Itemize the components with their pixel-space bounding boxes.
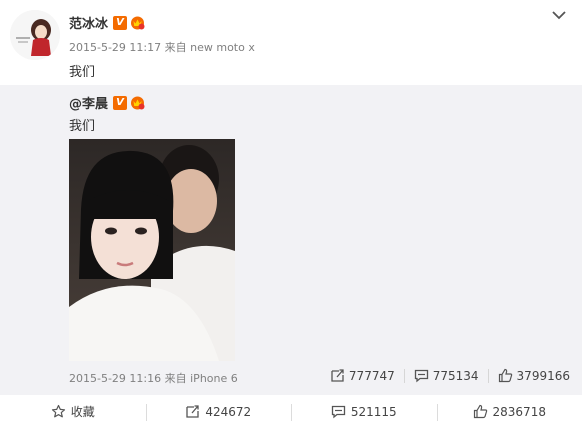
repost-count: 424672 xyxy=(205,404,252,419)
avatar[interactable] xyxy=(10,10,60,60)
retweet-author-name[interactable]: @李晨 xyxy=(69,93,108,112)
retweet-repost-count: 777747 xyxy=(348,368,395,383)
author-name[interactable]: 范冰冰 xyxy=(69,13,108,32)
repost-icon xyxy=(186,405,199,418)
favorite-button[interactable]: 收藏 xyxy=(0,395,146,428)
repost-icon xyxy=(331,369,344,382)
verified-badge[interactable]: V xyxy=(113,15,128,30)
post-text: 我们 xyxy=(69,65,96,80)
retweet-source[interactable]: iPhone 6 xyxy=(190,372,238,385)
divider xyxy=(487,368,489,383)
retweet-like-count: 3799166 xyxy=(516,368,570,383)
thumbs-up-icon xyxy=(473,404,487,419)
thumbs-up-icon xyxy=(498,368,512,383)
retweet-comment-button[interactable]: 775134 xyxy=(414,368,479,383)
favorite-label: 收藏 xyxy=(70,405,95,419)
retweet-verified-badge[interactable]: V xyxy=(113,95,128,110)
star-icon xyxy=(51,404,65,418)
divider xyxy=(403,368,405,383)
author-line: 范冰冰 V xyxy=(69,13,145,32)
retweet-comment-count: 775134 xyxy=(432,368,479,383)
retweet-text: 我们 xyxy=(69,119,96,134)
retweet-actions: 777747 775134 3799166 xyxy=(330,368,570,383)
retweet-timestamp[interactable]: 2015-5-29 11:16 xyxy=(69,372,161,385)
source-prefix: 来自 xyxy=(164,41,187,54)
post-source[interactable]: new moto x xyxy=(190,41,255,54)
retweet-vip-crown-icon[interactable] xyxy=(130,95,145,110)
post-meta: 2015-5-29 11:17 来自 new moto x xyxy=(69,39,255,55)
chevron-down-icon[interactable] xyxy=(552,10,566,20)
retweet-author-line: @李晨 V xyxy=(69,93,145,112)
retweet-photo[interactable] xyxy=(69,139,235,361)
retweet-source-prefix: 来自 xyxy=(164,372,187,385)
retweet-meta: 2015-5-29 11:16 来自 iPhone 6 xyxy=(69,370,238,386)
retweet-repost-button[interactable]: 777747 xyxy=(330,368,395,383)
comment-button[interactable]: 521115 xyxy=(291,395,437,428)
vip-crown-icon[interactable] xyxy=(130,15,145,30)
repost-button[interactable]: 424672 xyxy=(145,395,292,428)
comment-icon xyxy=(414,369,428,383)
like-button[interactable]: 2836718 xyxy=(436,395,582,428)
retweet-like-button[interactable]: 3799166 xyxy=(498,368,570,383)
post-timestamp[interactable]: 2015-5-29 11:17 xyxy=(69,41,161,54)
action-bar: 收藏 424672 521115 2836718 xyxy=(0,395,582,428)
comment-count: 521115 xyxy=(350,404,397,419)
weibo-post-card: 范冰冰 V 2015-5-29 11:17 来自 new moto x 我们 @… xyxy=(0,0,582,428)
retweet-block: @李晨 V 我们 2015-5-29 11:16 来自 iPhone 6 777… xyxy=(0,85,582,395)
like-count: 2836718 xyxy=(492,404,546,419)
comment-icon xyxy=(331,405,345,419)
